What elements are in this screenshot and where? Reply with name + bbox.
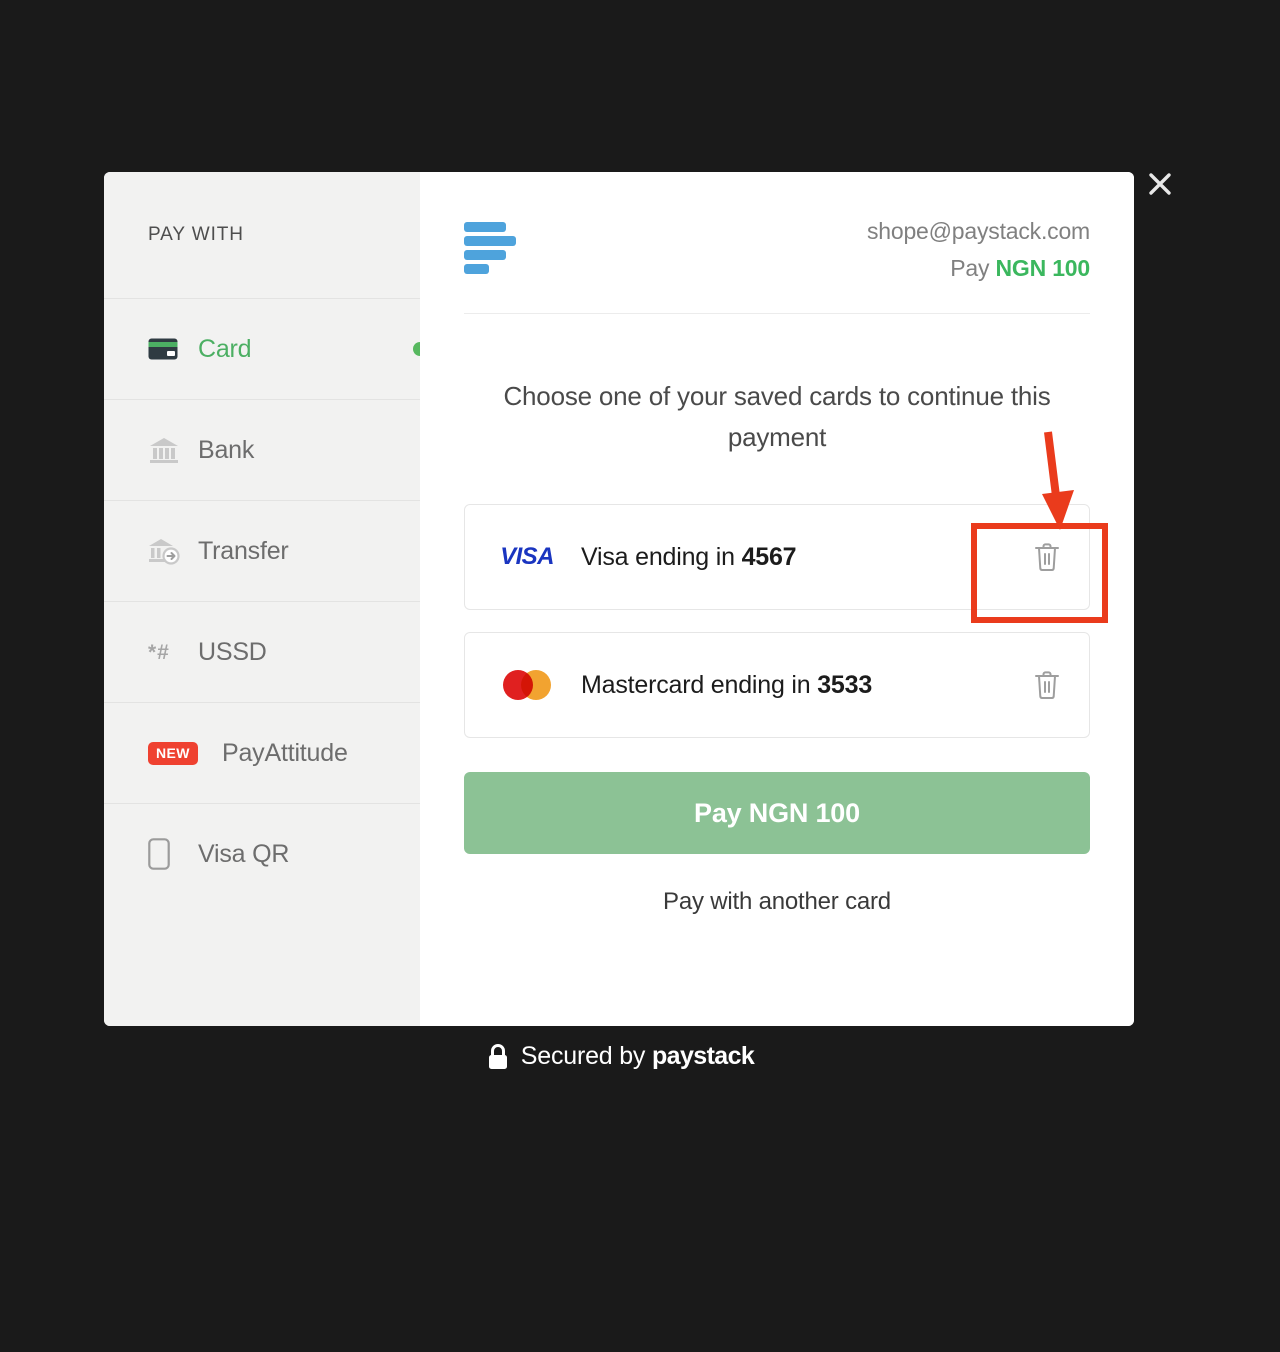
paystack-wordmark: paystack xyxy=(651,1042,755,1070)
trash-icon xyxy=(1035,543,1059,572)
sidebar-item-label-bank: Bank xyxy=(198,435,255,464)
sidebar-item-payattitude[interactable]: NEW PayAttitude xyxy=(104,702,420,803)
bank-transfer-icon xyxy=(148,537,182,565)
visa-logo: VISA xyxy=(495,543,559,571)
main-panel: shope@paystack.com Pay NGN 100 Choose on… xyxy=(420,172,1134,1026)
visa-logo-text: VISA xyxy=(500,543,554,571)
pay-button[interactable]: Pay NGN 100 xyxy=(464,772,1090,855)
saved-card-prefix-mastercard: Mastercard ending in xyxy=(581,670,818,699)
saved-card-row-mastercard[interactable]: Mastercard ending in 3533 xyxy=(464,632,1090,739)
sidebar-item-bank[interactable]: Bank xyxy=(104,399,420,500)
secured-prefix: Secured by xyxy=(520,1042,652,1070)
payment-method-list: Card Bank Transfer *# USSD NEW PayAttitu… xyxy=(104,298,427,904)
sidebar-item-label-transfer: Transfer xyxy=(198,536,289,565)
secured-by-paystack: Secured by paystack xyxy=(0,1042,1240,1071)
mastercard-circles xyxy=(503,670,551,701)
sidebar-item-label-card: Card xyxy=(198,334,252,363)
bank-icon xyxy=(148,436,182,464)
pay-with-another-card-link[interactable]: Pay with another card xyxy=(464,888,1090,916)
pay-amount-line: Pay NGN 100 xyxy=(867,250,1090,287)
close-modal-button[interactable] xyxy=(1140,164,1180,204)
secured-text: Secured by paystack xyxy=(520,1042,755,1071)
saved-card-row-visa[interactable]: VISA Visa ending in 4567 xyxy=(464,504,1090,611)
pay-amount-value: NGN 100 xyxy=(995,254,1091,281)
sidebar-item-label-ussd: USSD xyxy=(198,637,267,666)
page-title: Choose one of your saved cards to contin… xyxy=(503,380,1051,452)
close-icon xyxy=(1149,173,1171,195)
saved-card-prefix-visa: Visa ending in xyxy=(581,542,742,571)
saved-card-last4-visa: 4567 xyxy=(741,542,797,571)
delete-mastercard-button[interactable] xyxy=(1005,633,1089,737)
payment-methods-sidebar: PAY WITH Card Bank Transfer *# USSD NEW … xyxy=(104,172,427,1026)
sidebar-item-ussd[interactable]: *# USSD xyxy=(104,601,420,702)
sidebar-item-card[interactable]: Card xyxy=(104,298,427,399)
delete-visa-card-button[interactable] xyxy=(1005,505,1089,609)
payment-modal: PAY WITH Card Bank Transfer *# USSD NEW … xyxy=(104,172,1134,1026)
saved-card-label-visa: Visa ending in 4567 xyxy=(581,543,1005,572)
saved-card-last4-mastercard: 3533 xyxy=(817,670,873,699)
sidebar-item-transfer[interactable]: Transfer xyxy=(104,500,420,601)
lock-icon xyxy=(488,1043,507,1069)
checkout-summary: shope@paystack.com Pay NGN 100 xyxy=(867,214,1090,287)
credit-card-icon xyxy=(148,338,182,360)
new-badge-icon: NEW xyxy=(148,741,206,765)
new-badge-label: NEW xyxy=(148,741,198,765)
sidebar-item-label-visa-qr: Visa QR xyxy=(198,839,290,868)
mastercard-logo xyxy=(495,670,559,701)
pay-prefix-label: Pay xyxy=(950,254,990,281)
saved-card-label-mastercard: Mastercard ending in 3533 xyxy=(581,671,1005,700)
phone-qr-icon xyxy=(148,838,182,870)
ussd-hash-icon: *# xyxy=(148,640,170,664)
sidebar-title: PAY WITH xyxy=(148,224,244,245)
sidebar-item-label-payattitude: PayAttitude xyxy=(222,738,348,767)
merchant-email: shope@paystack.com xyxy=(866,218,1090,244)
sidebar-item-visa-qr[interactable]: Visa QR xyxy=(104,803,420,904)
paystack-bars-logo xyxy=(464,222,522,279)
checkout-header: shope@paystack.com Pay NGN 100 xyxy=(464,172,1090,314)
saved-cards-list: VISA Visa ending in 4567 Mastercard endi… xyxy=(464,504,1090,739)
trash-icon xyxy=(1035,671,1059,700)
